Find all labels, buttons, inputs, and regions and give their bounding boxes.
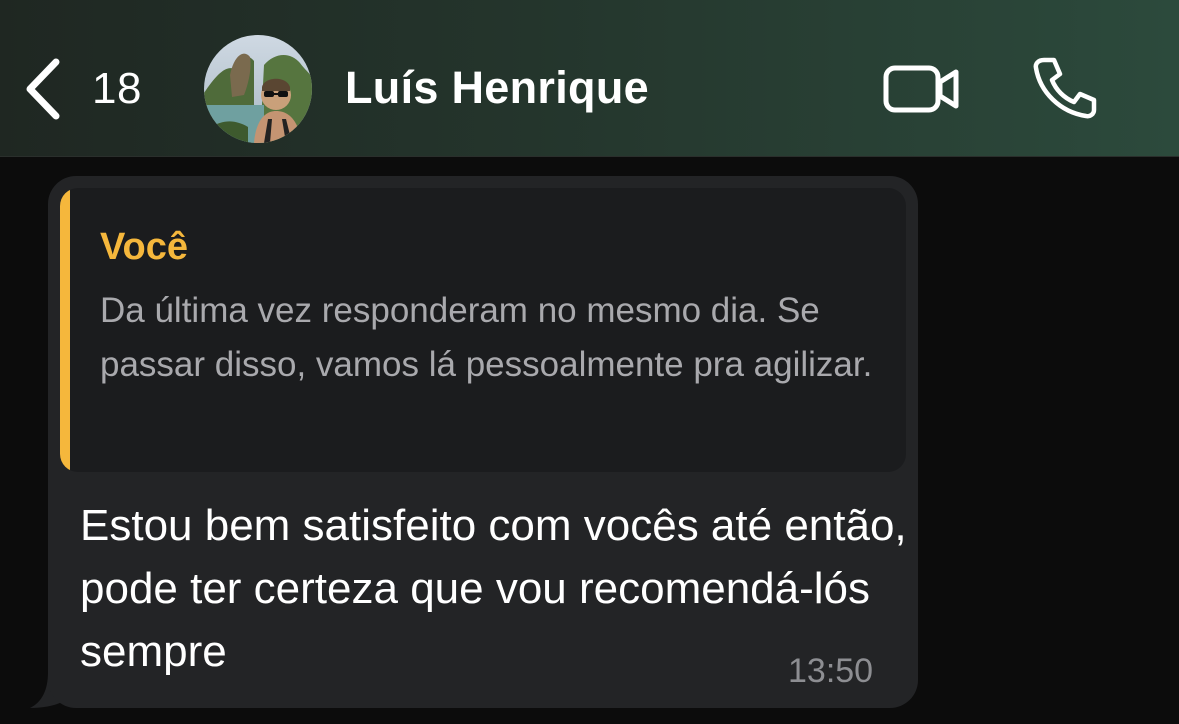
chevron-left-icon	[22, 56, 66, 122]
unread-count: 18	[92, 64, 142, 113]
message-text: Estou bem satisfeito com vocês até então…	[80, 501, 907, 676]
video-call-button[interactable]	[882, 62, 962, 116]
video-camera-icon	[882, 65, 962, 120]
chat-header: 18 Luís Henrique	[0, 0, 1179, 157]
contact-name[interactable]: Luís Henrique	[345, 62, 649, 114]
quote-author: Você	[100, 226, 189, 268]
contact-avatar[interactable]	[204, 35, 312, 143]
message-timestamp: 13:50	[788, 652, 874, 690]
quote-accent-bar	[60, 188, 70, 472]
phone-icon	[1030, 57, 1098, 124]
back-button[interactable]: 18	[22, 56, 142, 122]
quote-text: Da última vez responderam no mesmo dia. …	[100, 291, 873, 384]
voice-call-button[interactable]	[1030, 56, 1098, 120]
quoted-reply[interactable]: Você Da última vez responderam no mesmo …	[60, 188, 906, 472]
chat-screen: 18 Luís Henrique Você Da última vez resp…	[0, 0, 1179, 724]
